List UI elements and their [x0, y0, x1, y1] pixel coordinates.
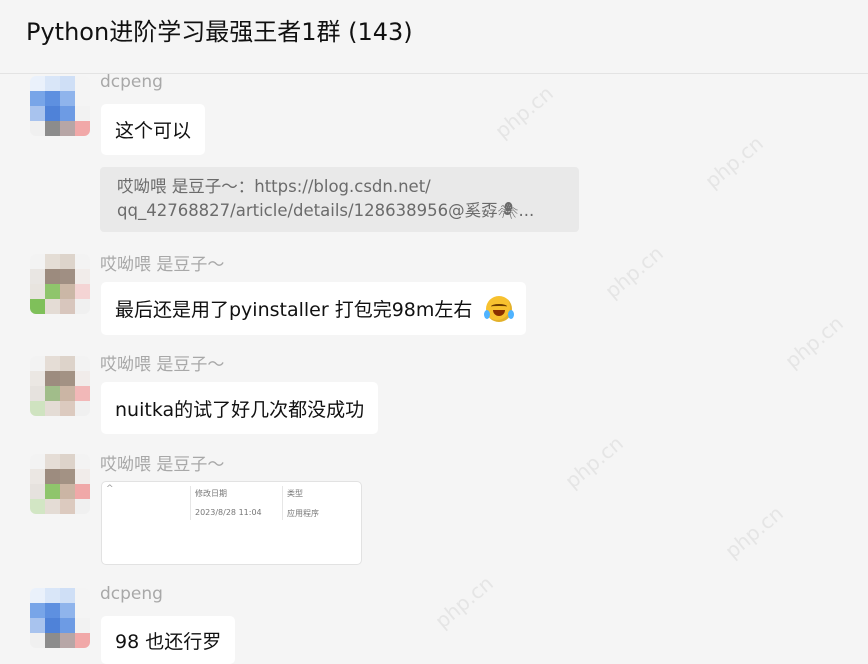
message-bubble[interactable]: 98 也还行罗 [101, 616, 236, 664]
avatar[interactable] [30, 588, 90, 648]
watermark: php.cn [600, 240, 668, 304]
chat-header: Python进阶学习最强王者1群 (143) [0, 0, 868, 74]
column-header: 类型 [287, 489, 303, 498]
column-divider [282, 486, 283, 520]
watermark: php.cn [490, 80, 558, 144]
quote-line: 哎呦喂 是豆子～：https://blog.csdn.net/ [117, 177, 431, 196]
message-bubble[interactable]: 这个可以 [101, 104, 206, 155]
cell-date: 2023/8/28 11:04 [195, 508, 262, 517]
avatar[interactable] [30, 356, 90, 416]
watermark: php.cn [560, 430, 628, 494]
quote-line: qq_42768827/article/details/128638956@奚孬… [117, 201, 535, 220]
avatar[interactable] [30, 76, 90, 136]
sender-name: dcpeng [100, 584, 163, 604]
laughing-crying-emoji-icon [484, 295, 515, 322]
sender-name: 哎呦喂 是豆子～ [100, 455, 225, 475]
sender-name: 哎呦喂 是豆子～ [100, 355, 225, 375]
watermark: php.cn [780, 310, 848, 374]
quoted-message[interactable]: 哎呦喂 是豆子～：https://blog.csdn.net/ qq_42768… [100, 167, 579, 232]
column-divider [190, 486, 191, 520]
sender-name: 哎呦喂 是豆子～ [100, 255, 225, 275]
sender-name: dcpeng [100, 72, 163, 92]
message-text: 最后还是用了pyinstaller 打包完98m左右 [115, 299, 473, 321]
watermark: php.cn [700, 130, 768, 194]
column-header: 修改日期 [195, 489, 227, 498]
message-text: 98 也还行罗 [115, 630, 222, 653]
avatar[interactable] [30, 454, 90, 514]
chevron-up-icon: ^ [106, 484, 114, 494]
watermark: php.cn [430, 570, 498, 634]
message-text: 这个可以 [115, 120, 192, 142]
chat-title: Python进阶学习最强王者1群 (143) [26, 18, 413, 46]
message-text: nuitka的试了好几次都没成功 [115, 398, 365, 421]
watermark: php.cn [720, 500, 788, 564]
message-bubble[interactable]: 最后还是用了pyinstaller 打包完98m左右 [101, 282, 527, 335]
avatar[interactable] [30, 254, 90, 314]
cell-type: 应用程序 [287, 509, 319, 518]
image-message[interactable]: ^ 修改日期 类型 2023/8/28 11:04 应用程序 [101, 481, 362, 565]
message-bubble[interactable]: nuitka的试了好几次都没成功 [101, 382, 379, 434]
